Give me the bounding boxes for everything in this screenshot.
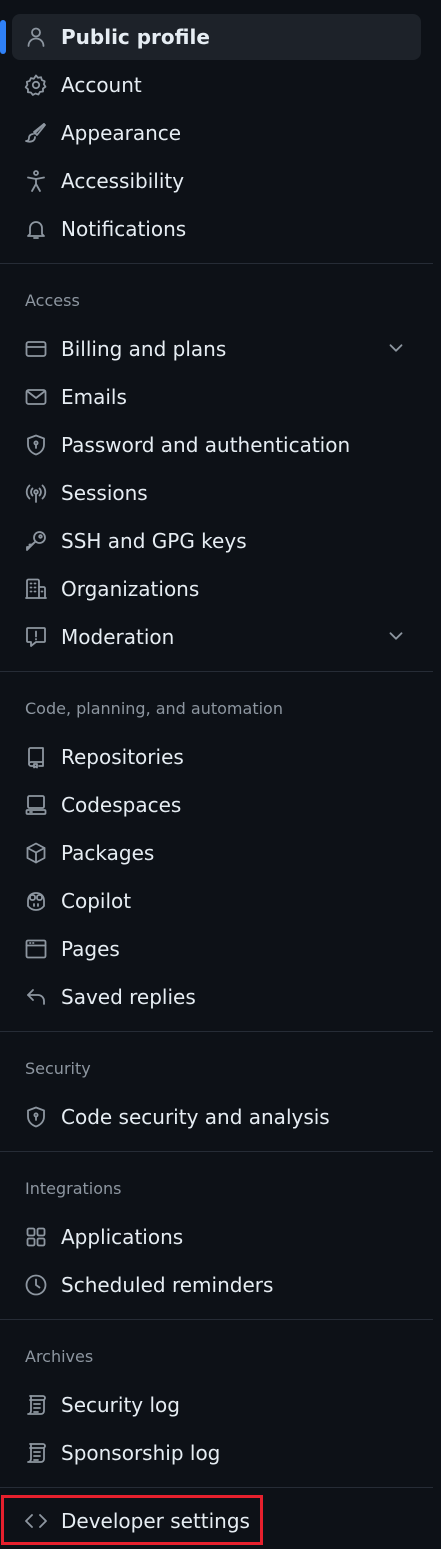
nav-item-public-profile[interactable]: Public profile [12,14,421,60]
browser-icon [24,937,48,961]
mail-icon [24,385,48,409]
nav-item-code-security[interactable]: Code security and analysis [12,1094,421,1140]
nav-item-emails[interactable]: Emails [12,374,421,420]
section-heading-security: Security [25,1059,91,1078]
nav-item-packages[interactable]: Packages [12,830,421,876]
organization-icon [24,577,48,601]
nav-item-applications[interactable]: Applications [12,1214,421,1260]
nav-item-label: Notifications [61,217,187,241]
accessibility-icon [24,169,48,193]
nav-item-label: Copilot [61,889,132,913]
broadcast-icon [24,481,48,505]
settings-sidebar: Public profile Account Appearance Access… [0,0,441,1549]
divider [0,263,433,264]
bell-icon [24,217,48,241]
nav-item-label: Security log [61,1393,180,1417]
nav-item-label: Appearance [61,121,182,145]
nav-item-accessibility[interactable]: Accessibility [12,158,421,204]
reply-icon [24,985,48,1009]
nav-item-appearance[interactable]: Appearance [12,110,421,156]
nav-item-label: Sessions [61,481,148,505]
key-icon [24,529,48,553]
nav-item-label: Emails [61,385,127,409]
person-icon [24,25,48,49]
nav-item-password[interactable]: Password and authentication [12,422,421,468]
credit-card-icon [24,337,48,361]
shield-lock-icon [24,1105,48,1129]
nav-item-notifications[interactable]: Notifications [12,206,421,252]
apps-icon [24,1225,48,1249]
nav-item-saved-replies[interactable]: Saved replies [12,974,421,1020]
highlight-box [1,1495,263,1545]
nav-item-label: Moderation [61,625,175,649]
nav-item-organizations[interactable]: Organizations [12,566,421,612]
repo-icon [24,745,48,769]
section-heading-code: Code, planning, and automation [25,699,283,718]
nav-item-pages[interactable]: Pages [12,926,421,972]
nav-item-label: Accessibility [61,169,185,193]
nav-item-label: Applications [61,1225,184,1249]
nav-item-label: Saved replies [61,985,196,1009]
nav-item-label: Codespaces [61,793,182,817]
nav-item-label: Account [61,73,142,97]
nav-item-account[interactable]: Account [12,62,421,108]
divider [0,1151,433,1152]
nav-item-label: Pages [61,937,120,961]
chevron-down-icon[interactable] [385,337,407,359]
divider [0,1031,433,1032]
shield-lock-icon [24,433,48,457]
paintbrush-icon [24,121,48,145]
copilot-icon [24,889,48,913]
nav-item-repositories[interactable]: Repositories [12,734,421,780]
nav-item-billing[interactable]: Billing and plans [12,326,421,372]
nav-item-copilot[interactable]: Copilot [12,878,421,924]
nav-item-codespaces[interactable]: Codespaces [12,782,421,828]
nav-item-label: Sponsorship log [61,1441,221,1465]
nav-item-label: Public profile [61,25,210,49]
nav-item-ssh-gpg[interactable]: SSH and GPG keys [12,518,421,564]
chevron-down-icon[interactable] [385,625,407,647]
clock-icon [24,1273,48,1297]
divider [0,671,433,672]
divider [0,1319,433,1320]
nav-item-sessions[interactable]: Sessions [12,470,421,516]
nav-item-sponsorship-log[interactable]: Sponsorship log [12,1430,421,1476]
gear-icon [24,73,48,97]
nav-item-label: SSH and GPG keys [61,529,247,553]
package-icon [24,841,48,865]
nav-item-label: Organizations [61,577,200,601]
nav-item-label: Billing and plans [61,337,227,361]
nav-item-label: Repositories [61,745,184,769]
nav-item-label: Packages [61,841,155,865]
report-icon [24,625,48,649]
nav-item-security-log[interactable]: Security log [12,1382,421,1428]
active-indicator [0,20,6,54]
nav-item-label: Code security and analysis [61,1105,330,1129]
section-heading-integrations: Integrations [25,1179,122,1198]
section-heading-archives: Archives [25,1347,94,1366]
log-icon [24,1393,48,1417]
section-heading-access: Access [25,291,80,310]
nav-item-moderation[interactable]: Moderation [12,614,421,660]
divider [0,1487,433,1488]
log-icon [24,1441,48,1465]
nav-item-scheduled-reminders[interactable]: Scheduled reminders [12,1262,421,1308]
codespaces-icon [24,793,48,817]
nav-item-label: Scheduled reminders [61,1273,274,1297]
nav-item-label: Password and authentication [61,433,351,457]
